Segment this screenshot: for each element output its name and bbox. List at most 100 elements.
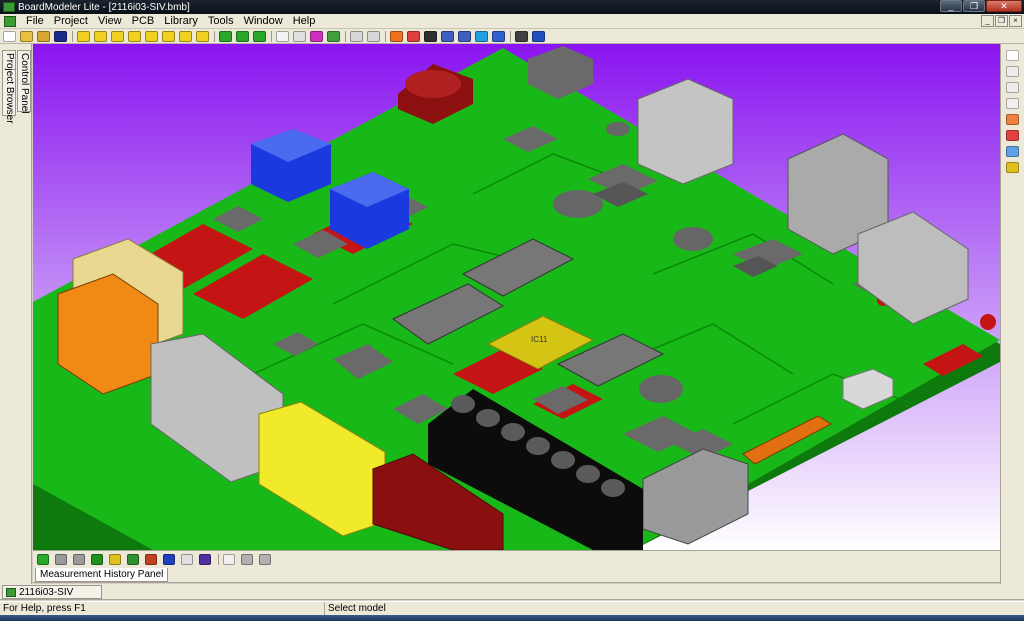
app-window: BoardModeler Lite - [2116i03-SIV.bmb] _ … [0,0,1024,621]
rotate-icon[interactable] [390,30,403,42]
grid-icon[interactable] [293,30,306,42]
status-message: Select model [324,602,386,616]
board-wire-icon[interactable] [253,30,266,42]
menu-pcb[interactable]: PCB [128,14,161,28]
new-file-icon[interactable] [3,30,16,42]
rotate-view-icon[interactable] [1006,82,1019,93]
tab-measurement-history[interactable]: Measurement History Panel [35,568,169,582]
pan-hand-icon[interactable] [1006,66,1019,77]
view-back-icon[interactable] [128,30,141,42]
distance-icon[interactable] [1006,130,1019,141]
open-file-icon[interactable] [20,30,33,42]
menu-view[interactable]: View [94,14,128,28]
panel-toolbar [33,550,1000,567]
document-minimize-button[interactable]: _ [981,15,994,27]
document-window-controls: _ ❐ × [981,15,1022,27]
pcb-document-icon [6,587,16,597]
ic11-label: IC11 [531,335,548,344]
panel-layer-2-icon[interactable] [73,553,85,565]
panel-list-icon[interactable] [259,553,271,565]
toolbar-separator [218,553,219,565]
tab-control-panel-label: Control Panel [19,53,30,114]
select-pointer-icon[interactable] [1006,50,1019,61]
menu-window[interactable]: Window [240,14,289,28]
board-shaded-icon[interactable] [236,30,249,42]
pan-icon[interactable] [424,30,437,42]
toolbar-separator [214,30,215,42]
save-icon[interactable] [54,30,67,42]
document-close-button[interactable]: × [1009,15,1022,27]
panel-layer-icon[interactable] [55,553,67,565]
zoom-window-icon[interactable] [441,30,454,42]
print-icon[interactable] [515,30,528,42]
document-tab-label: 2116i03-SIV [19,586,74,598]
status-bar: For Help, press F1 Select model [0,601,1024,616]
document-tab[interactable]: 2116i03-SIV [2,585,102,599]
copy-icon[interactable] [350,30,363,42]
axis-icon[interactable] [276,30,289,42]
minimize-button[interactable]: _ [940,0,962,12]
panel-tab-row: Measurement History Panel [33,567,1000,583]
maximize-button[interactable]: ❐ [963,0,985,12]
close-button[interactable]: ✕ [986,0,1022,12]
view-iso-icon[interactable] [179,30,192,42]
view-left-icon[interactable] [145,30,158,42]
main-toolbar [0,29,1024,44]
panel-measure-icon[interactable] [223,553,235,565]
panel-material-icon[interactable] [199,553,211,565]
menu-library[interactable]: Library [160,14,204,28]
tab-control-panel[interactable]: Control Panel [17,50,31,114]
toolbar-separator [72,30,73,42]
board-solid-icon[interactable] [219,30,232,42]
view-top-icon[interactable] [77,30,90,42]
document-tab-strip: 2116i03-SIV [0,584,1024,600]
toolbar-separator [510,30,511,42]
toolbar-separator [345,30,346,42]
angle-icon[interactable] [1006,146,1019,157]
panel-history-icon[interactable] [241,553,253,565]
view-right-icon[interactable] [162,30,175,42]
status-help-text: For Help, press F1 [3,603,86,614]
document-icon[interactable] [4,15,16,27]
window-controls: _ ❐ ✕ [940,0,1022,12]
toolbar-separator [271,30,272,42]
title-bar: BoardModeler Lite - [2116i03-SIV.bmb] _ … [0,0,1024,14]
zoom-fit-icon[interactable] [458,30,471,42]
probe-icon[interactable] [1006,114,1019,125]
measure-icon[interactable] [1006,98,1019,109]
menu-help[interactable]: Help [289,14,322,28]
right-toolbar [1000,44,1024,599]
view-front-icon[interactable] [111,30,124,42]
panel-parts-icon[interactable] [109,553,121,565]
document-restore-button[interactable]: ❐ [995,15,1008,27]
view-iso-2-icon[interactable] [196,30,209,42]
paste-icon[interactable] [367,30,380,42]
menu-project[interactable]: Project [50,14,94,28]
menu-tools[interactable]: Tools [204,14,240,28]
clearance-icon[interactable] [1006,162,1019,173]
export-icon[interactable] [492,30,505,42]
panel-board-icon[interactable] [37,553,49,565]
os-taskbar [0,615,1024,621]
tab-project-browser[interactable]: Project Browser [2,50,16,124]
app-logo-icon [3,2,15,12]
open-folder-icon[interactable] [37,30,50,42]
zoom-selection-icon[interactable] [475,30,488,42]
tab-project-browser-label: Project Browser [4,53,15,124]
zoom-icon[interactable] [407,30,420,42]
menu-bar: File Project View PCB Library Tools Wind… [0,14,1024,29]
left-dock: Project Browser Control Panel [0,44,32,599]
window-title: BoardModeler Lite - [2116i03-SIV.bmb] [18,1,190,13]
3d-viewport[interactable]: IC11 [33,44,1000,550]
help-icon[interactable] [532,30,545,42]
panel-color-icon[interactable] [163,553,175,565]
panel-pads-icon[interactable] [145,553,157,565]
panel-nets-icon[interactable] [127,553,139,565]
layers-icon[interactable] [310,30,323,42]
view-bottom-icon[interactable] [94,30,107,42]
pcb-3d-model: IC11 [33,46,1000,550]
panel-grid-icon[interactable] [91,553,103,565]
components-icon[interactable] [327,30,340,42]
panel-light-icon[interactable] [181,553,193,565]
menu-file[interactable]: File [22,14,50,28]
